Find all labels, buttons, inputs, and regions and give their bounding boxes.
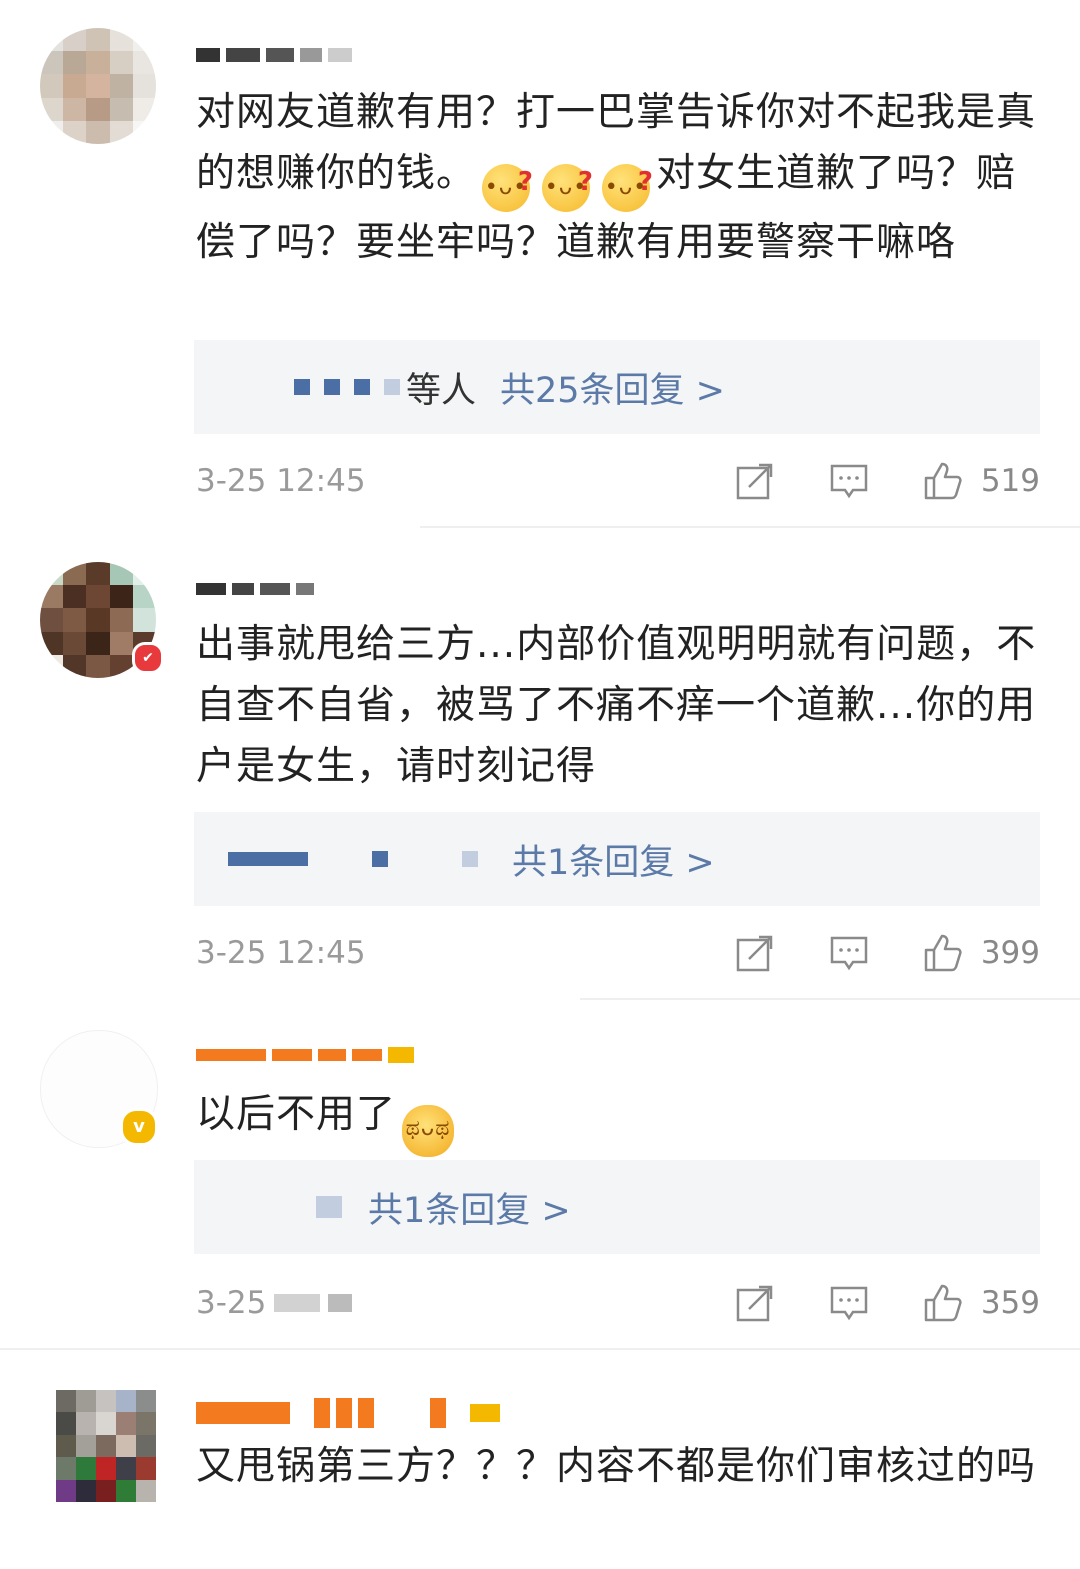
- like-button[interactable]: 359: [923, 1283, 1040, 1323]
- like-count: 519: [980, 463, 1040, 499]
- divider: [580, 998, 1080, 1000]
- share-icon[interactable]: [735, 461, 775, 501]
- comment-time: 3-25 12:45: [196, 935, 366, 971]
- comment-text: 对网友道歉有用？打一巴掌告诉你对不起我是真的想赚你的钱。 •ᴗ•? •ᴗ•? •ᴗ•?…: [196, 82, 1046, 273]
- reply-author-names[interactable]: [294, 379, 400, 395]
- reply-preview-box[interactable]: 等人 共25条回复 >: [194, 340, 1040, 434]
- vip-level-icon: [470, 1404, 500, 1422]
- comment-icon[interactable]: [829, 1283, 869, 1323]
- thumbs-up-icon: [924, 934, 962, 972]
- confused-face-icon: •ᴗ•?: [602, 164, 653, 212]
- reply-count-link[interactable]: 共25条回复 >: [500, 362, 725, 413]
- confused-face-icon: •ᴗ•?: [482, 164, 533, 212]
- vip-level-icon: [388, 1047, 414, 1063]
- username[interactable]: [196, 574, 314, 604]
- reply-count-link[interactable]: 共1条回复 >: [368, 1182, 571, 1233]
- reply-preview-box[interactable]: 共1条回复 >: [194, 812, 1040, 906]
- verified-v-icon: v: [120, 1108, 158, 1146]
- comment-text: 出事就甩给三方...内部价值观明明就有问题，不自查不自省，被骂了不痛不痒一个道歉…: [196, 622, 1037, 789]
- like-button[interactable]: 399: [923, 933, 1040, 973]
- comment-time-visible: 3-25: [196, 1285, 267, 1321]
- like-count: 399: [980, 935, 1040, 971]
- comment-meta: 3-25 359: [196, 1278, 1040, 1328]
- comment-time: 3-25: [196, 1285, 681, 1321]
- reply-count-link[interactable]: 共1条回复 >: [512, 834, 715, 885]
- username-vip[interactable]: [196, 1398, 500, 1428]
- avatar[interactable]: [56, 1390, 156, 1502]
- comment-text: 又甩锅第三方？？？内容不都是你们审核过的吗: [196, 1444, 1037, 1489]
- username-vip[interactable]: [196, 1040, 414, 1070]
- crying-face-icon: ಥᴗಥ: [402, 1105, 455, 1157]
- comment-text: 以后不用了 ಥᴗಥ: [196, 1084, 1046, 1157]
- comment-icon[interactable]: [829, 461, 869, 501]
- thumbs-up-icon: [924, 462, 962, 500]
- reply-etc-label: 等人: [406, 370, 477, 411]
- thumbs-up-icon: [924, 1284, 962, 1322]
- verified-badge-icon: ✔: [132, 642, 164, 674]
- share-icon[interactable]: [735, 1283, 775, 1323]
- reply-author-names[interactable]: [228, 851, 478, 867]
- username[interactable]: [196, 40, 352, 70]
- comment-text-part: 以后不用了: [196, 1092, 397, 1137]
- comment-time: 3-25 12:45: [196, 463, 366, 499]
- comment-meta: 3-25 12:45 399: [196, 928, 1040, 978]
- divider: [420, 526, 1080, 528]
- comment-icon[interactable]: [829, 933, 869, 973]
- reply-preview-box[interactable]: 共1条回复 >: [194, 1160, 1040, 1254]
- like-button[interactable]: 519: [923, 461, 1040, 501]
- confused-face-icon: •ᴗ•?: [542, 164, 593, 212]
- like-count: 359: [980, 1285, 1040, 1321]
- divider: [0, 1348, 1080, 1350]
- share-icon[interactable]: [735, 933, 775, 973]
- reply-author-names[interactable]: [316, 1196, 342, 1218]
- avatar[interactable]: [40, 28, 156, 144]
- comment-meta: 3-25 12:45 519: [196, 456, 1040, 506]
